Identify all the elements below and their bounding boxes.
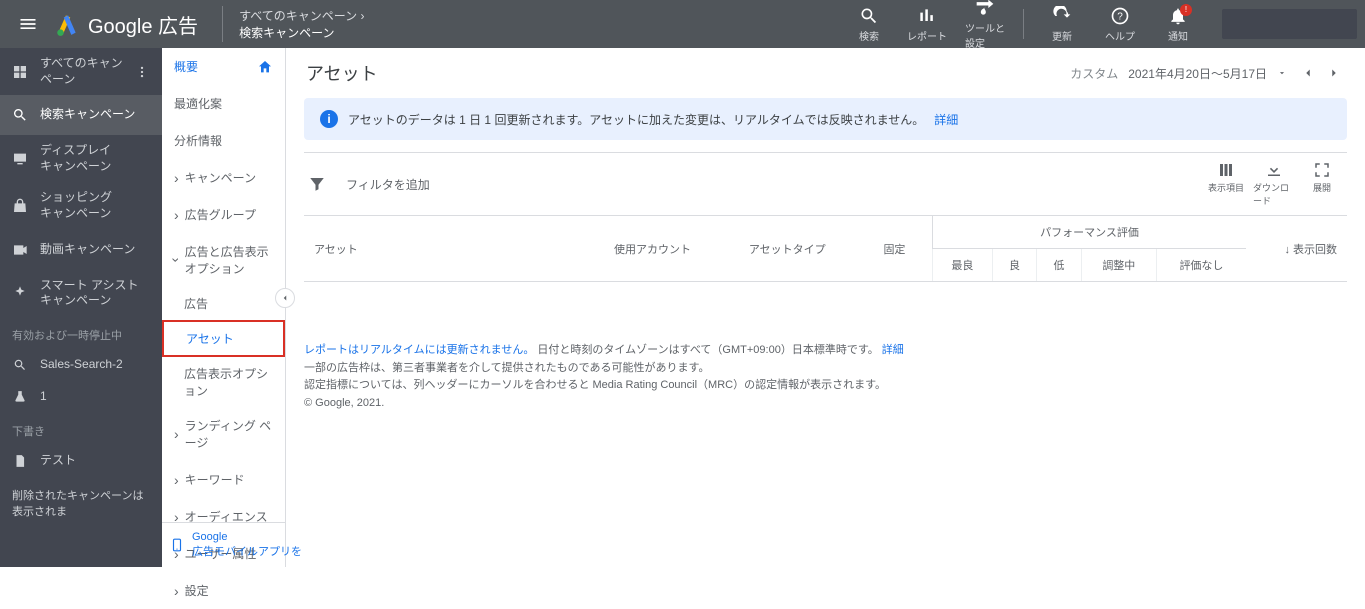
nav-landing-pages[interactable]: ランディング ページ <box>162 407 285 461</box>
product-name: Google 広告 <box>88 10 198 39</box>
nav-sub-assets[interactable]: アセット <box>162 320 285 357</box>
nav-sub-extensions[interactable]: 広告表示オプション <box>162 357 285 407</box>
add-filter-button[interactable]: フィルタを追加 <box>308 175 1205 193</box>
columns-button[interactable]: 表示項目 <box>1205 161 1247 207</box>
nav-overview[interactable]: 概要 <box>162 48 285 85</box>
grid-icon <box>10 62 30 82</box>
chevron-down-icon <box>1277 68 1287 78</box>
hamburger-menu-button[interactable] <box>8 4 48 44</box>
sidebar-experiment-item[interactable]: 1 <box>0 381 162 413</box>
footer-realtime-link[interactable]: レポートはリアルタイムには更新されません。 <box>304 344 534 356</box>
collapse-sidebar-button[interactable] <box>275 288 295 308</box>
flask-icon <box>10 387 30 407</box>
breadcrumb[interactable]: すべてのキャンペーン › 検索キャンペーン <box>222 6 364 42</box>
filter-icon <box>308 175 326 193</box>
google-ads-logo-icon <box>52 9 82 39</box>
col-perf-none[interactable]: 評価なし <box>1156 249 1246 282</box>
nav-keywords[interactable]: キーワード <box>162 461 285 498</box>
smart-icon <box>10 283 30 303</box>
nav-campaigns[interactable]: キャンペーン <box>162 159 285 196</box>
sidebar-section-draft: 下書き <box>0 413 162 445</box>
nav-ads-extensions[interactable]: 広告と広告表示オプション <box>162 233 285 287</box>
sidebar-campaign-item[interactable]: Sales-Search-2 <box>0 349 162 381</box>
breadcrumb-current: 検索キャンペーン <box>239 24 364 41</box>
report-button[interactable]: レポート <box>903 6 951 43</box>
col-pinned[interactable]: 固定 <box>873 216 932 282</box>
account-switcher[interactable] <box>1222 9 1357 39</box>
info-details-link[interactable]: 詳細 <box>934 111 958 128</box>
date-prev-button[interactable] <box>1297 62 1319 84</box>
sidebar-item-display-campaigns[interactable]: ディスプレイ キャンペーン <box>0 135 162 182</box>
display-icon <box>10 149 30 169</box>
col-perf-best[interactable]: 最良 <box>933 249 993 282</box>
breadcrumb-parent: すべてのキャンペーン › <box>239 7 364 24</box>
main-content: アセット カスタム 2021年4月20日～5月17日 i アセットのデータは 1… <box>286 48 1365 567</box>
mobile-app-promo[interactable]: Google 広告モバイルアプリを <box>162 522 285 567</box>
notifications-button[interactable]: ! 通知 <box>1154 6 1202 43</box>
document-icon <box>10 451 30 471</box>
sidebar-item-search-campaigns[interactable]: 検索キャンペーン <box>0 95 162 135</box>
nav-insights[interactable]: 分析情報 <box>162 122 285 159</box>
home-icon <box>257 59 273 75</box>
footer-notes: レポートはリアルタイムには更新されません。 日付と時刻のタイムゾーンはすべて（G… <box>304 342 1347 412</box>
mobile-icon <box>170 535 184 555</box>
sidebar-item-video-campaigns[interactable]: 動画キャンペーン <box>0 230 162 270</box>
alert-badge-icon: ! <box>1180 4 1192 16</box>
primary-sidebar: すべてのキャンペーン 検索キャンペーン ディスプレイ キャンペーン ショッピング… <box>0 48 162 567</box>
svg-text:?: ? <box>1117 11 1123 22</box>
sidebar-section-active: 有効および一時停止中 <box>0 317 162 349</box>
expand-button[interactable]: 展開 <box>1301 161 1343 207</box>
sidebar-item-all-campaigns[interactable]: すべてのキャンペーン <box>0 48 162 95</box>
date-range-selector[interactable]: カスタム 2021年4月20日～5月17日 <box>1070 62 1345 84</box>
nav-adgroups[interactable]: 広告グループ <box>162 196 285 233</box>
refresh-button[interactable]: 更新 <box>1038 6 1086 43</box>
col-group-performance: パフォーマンス評価 <box>933 216 1247 249</box>
table-toolbar: フィルタを追加 表示項目 ダウンロード 展開 <box>304 152 1347 216</box>
col-perf-good[interactable]: 良 <box>992 249 1036 282</box>
search-icon <box>10 105 30 125</box>
secondary-sidebar: 概要 最適化案 分析情報 キャンペーン 広告グループ 広告と広告表示オプション … <box>162 48 286 567</box>
sidebar-item-smart-campaigns[interactable]: スマート アシスト キャンペーン <box>0 270 162 317</box>
assets-table: アセット 使用アカウント アセットタイプ 固定 パフォーマンス評価 表示回数 最… <box>304 216 1347 282</box>
sidebar-deleted-note: 削除されたキャンペーンは表示されま <box>0 477 162 525</box>
nav-sub-ads[interactable]: 広告 <box>162 287 285 320</box>
search-icon <box>10 355 30 375</box>
sidebar-item-shopping-campaigns[interactable]: ショッピング キャンペーン <box>0 182 162 229</box>
nav-settings[interactable]: 設定 <box>162 572 285 609</box>
col-asset[interactable]: アセット <box>304 216 604 282</box>
col-perf-low[interactable]: 低 <box>1037 249 1081 282</box>
download-button[interactable]: ダウンロード <box>1253 161 1295 207</box>
footer-details-link[interactable]: 詳細 <box>882 344 904 356</box>
search-button[interactable]: 検索 <box>845 6 893 43</box>
date-next-button[interactable] <box>1323 62 1345 84</box>
col-impressions[interactable]: 表示回数 <box>1246 216 1347 282</box>
col-type[interactable]: アセットタイプ <box>739 216 874 282</box>
sidebar-draft-item[interactable]: テスト <box>0 445 162 477</box>
video-icon <box>10 240 30 260</box>
nav-recommendations[interactable]: 最適化案 <box>162 85 285 122</box>
col-account[interactable]: 使用アカウント <box>604 216 739 282</box>
shopping-icon <box>10 196 30 216</box>
tools-button[interactable]: ツールと 設定 <box>961 0 1009 50</box>
col-perf-adjusting[interactable]: 調整中 <box>1081 249 1156 282</box>
page-title: アセット <box>306 60 378 86</box>
help-button[interactable]: ? ヘルプ <box>1096 6 1144 43</box>
app-header: Google 広告 すべてのキャンペーン › 検索キャンペーン 検索 レポート … <box>0 0 1365 48</box>
info-banner: i アセットのデータは 1 日 1 回更新されます。アセットに加えた変更は、リア… <box>304 98 1347 140</box>
more-vert-icon[interactable] <box>132 65 152 79</box>
info-icon: i <box>320 110 338 128</box>
